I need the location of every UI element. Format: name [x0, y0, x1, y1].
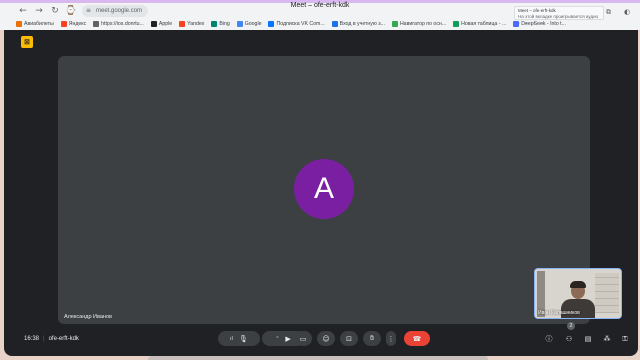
bookmark-favicon-icon — [391, 21, 398, 27]
camera-icon: ▶︎ — [285, 334, 291, 343]
participant-name: Александр Иванов — [64, 314, 112, 320]
bookmark[interactable]: https://ios.donrtu... — [93, 19, 144, 29]
self-participant-name: Иван Калашников — [538, 310, 580, 316]
more-options-button[interactable]: ⋮ — [386, 331, 396, 346]
bookmark[interactable]: Авиабилеты — [16, 19, 54, 29]
self-video-person-hair — [570, 281, 586, 288]
raise-hand-icon: ✋︎ — [370, 334, 374, 342]
dock-edge — [148, 356, 488, 360]
raise-hand-button[interactable]: ✋︎ — [363, 331, 381, 346]
cast-icon[interactable]: ⧉ — [606, 8, 611, 17]
history-icon[interactable]: ⌚ — [64, 4, 78, 18]
activities-button[interactable]: ⁂ — [601, 333, 613, 345]
self-view-tile[interactable]: Иван Калашников — [534, 268, 622, 319]
bookmark[interactable]: Apple — [150, 19, 172, 29]
meet-window: ⊠ A Александр Иванов Иван Калашников 16:… — [4, 30, 638, 356]
address-bar-url: meet.google.com — [96, 8, 143, 14]
bookmark[interactable]: Подписка VK Com... — [268, 19, 325, 29]
meeting-details-button[interactable]: ⓘ — [543, 333, 555, 345]
bookmark-favicon-icon — [93, 21, 100, 27]
bookmark[interactable]: Google — [236, 19, 261, 29]
present-button[interactable]: ⊡ — [340, 331, 358, 346]
bookmark-favicon-icon — [150, 21, 157, 27]
browser-chrome: Meet – ofe-erft-kdk ← → ↻ ⌚ ≡ meet.googl… — [0, 0, 640, 30]
meeting-time: 16:38 — [24, 336, 40, 342]
people-count-badge: 2 — [567, 322, 575, 330]
bookmark[interactable]: Новая таблица - ... — [453, 19, 506, 29]
participant-avatar: A — [294, 159, 354, 219]
bookmark-favicon-icon — [268, 21, 275, 27]
bookmark-favicon-icon — [236, 21, 243, 27]
bookmark-favicon-icon — [331, 21, 338, 27]
captions-icon: ▭ — [299, 334, 307, 343]
bookmark[interactable]: Вход в учетную з... — [331, 19, 385, 29]
bookmark-favicon-icon — [211, 21, 218, 27]
bookmark[interactable]: Яндекс — [60, 19, 86, 29]
host-controls-button[interactable]: ⚿ — [619, 333, 631, 345]
microphone-button[interactable]: ıl 🎙︎ — [218, 331, 260, 346]
control-bar: 16:38 | ofe-erft-kdk ıl 🎙︎ ⌃ ▶︎ ▭ ☺ ⊡ ✋︎ ⋮… — [4, 322, 638, 350]
self-video-bookshelf — [595, 273, 619, 313]
meeting-details: 16:38 | ofe-erft-kdk — [24, 336, 79, 342]
bookmark-favicon-icon — [513, 21, 520, 27]
microphone-icon: 🎙︎ — [238, 334, 248, 343]
bookmark[interactable]: DeepSeek - Into t... — [513, 19, 566, 29]
profile-icon[interactable]: ◐ — [624, 8, 630, 16]
meeting-code: ofe-erft-kdk — [48, 336, 79, 342]
bookmark[interactable]: Yandex — [179, 19, 204, 29]
bookmark[interactable]: Навигатор по осн... — [391, 19, 446, 29]
participant-tile-main[interactable]: A Александр Иванов — [58, 56, 590, 324]
info-icon: ⓘ — [545, 335, 553, 343]
activities-icon: ⁂ — [603, 335, 611, 343]
bookmarks-bar: Авиабилеты Яндекс https://ios.donrtu... … — [16, 19, 636, 29]
reload-icon[interactable]: ↻ — [48, 4, 62, 18]
bookmark-favicon-icon — [60, 21, 67, 27]
bookmark-favicon-icon — [16, 21, 22, 27]
tab-hover-card: Meet – ofe-erft-kdk На этой вкладке прои… — [514, 6, 604, 20]
people-button[interactable]: ⚇ — [563, 333, 575, 345]
chat-icon: ▤ — [584, 335, 592, 343]
forward-icon[interactable]: → — [32, 4, 46, 18]
address-bar[interactable]: ≡ meet.google.com — [82, 5, 148, 17]
audio-level-icon: ıl — [230, 335, 233, 342]
self-video-person-body — [561, 299, 595, 318]
people-icon: ⚇ — [565, 335, 573, 343]
meeting-info-divider: | — [43, 336, 45, 342]
more-vert-icon: ⋮ — [387, 334, 395, 343]
meet-logo-icon: ⊠ — [21, 36, 33, 48]
present-screen-icon: ⊡ — [346, 334, 352, 343]
leave-call-button[interactable]: ☎ — [404, 331, 430, 346]
reactions-button[interactable]: ☺ — [317, 331, 335, 346]
chat-button[interactable]: ▤ — [582, 333, 594, 345]
bookmark-favicon-icon — [179, 21, 186, 27]
phone-hangup-icon: ☎ — [412, 334, 422, 343]
camera-options-icon: ⌃ — [275, 335, 280, 342]
bookmark-favicon-icon — [453, 21, 460, 27]
site-info-icon[interactable]: ≡ — [86, 5, 91, 17]
emoji-icon: ☺ — [322, 334, 330, 343]
lock-person-icon: ⚿ — [622, 334, 628, 343]
back-icon[interactable]: ← — [16, 4, 30, 18]
captions-button[interactable]: ▭ — [294, 331, 312, 346]
bookmark[interactable]: Bing — [211, 19, 230, 29]
